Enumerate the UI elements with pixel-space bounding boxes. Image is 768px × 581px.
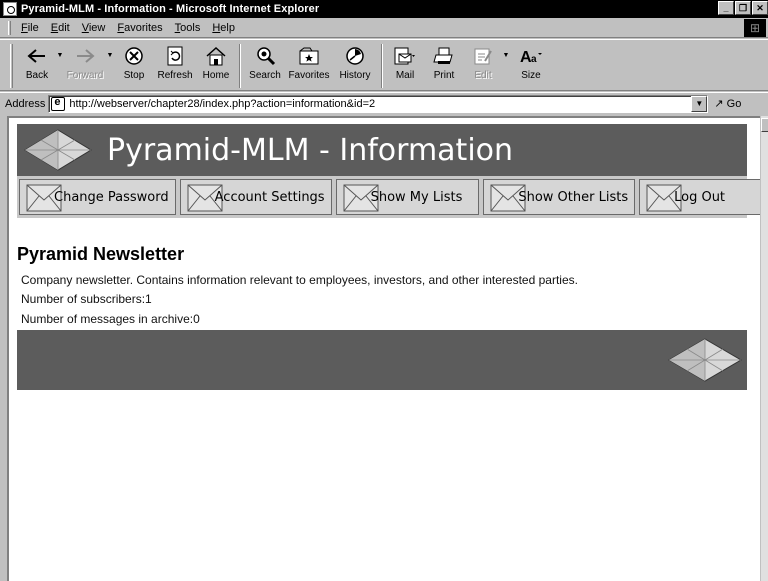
toolbar-separator [381,44,383,88]
menu-favorites[interactable]: Favorites [111,22,168,34]
edit-label: Edit [474,70,492,81]
nav-label: Show Other Lists [518,189,629,205]
window-controls: _ ❐ ✕ [717,1,768,15]
menu-edit[interactable]: Edit [45,22,76,34]
text-size-icon: Aa [519,43,543,69]
pyramid-logo-icon [24,129,92,171]
search-label: Search [249,70,281,81]
favorites-icon [298,43,320,69]
go-label: Go [726,98,742,110]
maximize-button[interactable]: ❐ [735,1,751,15]
size-label: Size [521,70,541,81]
edit-dropdown-icon[interactable]: ▼ [501,52,511,59]
favorites-button[interactable]: Favorites [285,40,333,90]
window-title: Pyramid-MLM - Information - Microsoft In… [21,3,320,15]
forward-dropdown-icon[interactable]: ▼ [105,52,115,59]
address-input[interactable]: http://webserver/chapter28/index.php?act… [48,94,709,113]
nav-label: Account Settings [214,189,325,205]
history-label: History [339,70,371,81]
address-bar: Address http://webserver/chapter28/index… [0,92,768,114]
toolbar-grip [10,44,13,88]
forward-button[interactable]: Forward [65,40,105,90]
go-arrow-icon: ↗ [714,98,724,110]
refresh-label: Refresh [157,70,193,81]
nav-account-settings[interactable]: Account Settings [179,179,332,215]
go-button[interactable]: ↗ Go [714,97,741,110]
stop-button[interactable]: Stop [115,40,153,90]
windows-logo-icon: ⊞ [744,19,766,37]
svg-text:a: a [531,54,537,65]
toolbar-separator [239,44,241,88]
mail-label: Mail [395,70,415,81]
edit-icon [473,43,493,69]
menu-help[interactable]: Help [206,22,241,34]
address-label: Address [5,97,46,110]
page-title: Pyramid-MLM - Information [107,132,514,168]
newsletter-description: Company newsletter. Contains information… [21,273,578,287]
page-banner: Pyramid-MLM - Information [17,124,747,176]
pyramid-logo-icon [668,338,742,382]
history-icon [345,43,365,69]
archive-message-count: Number of messages in archive:0 [21,312,200,326]
menu-file[interactable]: File [15,22,45,34]
nav-label: Change Password [54,189,169,205]
back-label: Back [25,70,49,81]
page-icon [51,96,66,111]
newsletter-title: Pyramid Newsletter [17,244,185,264]
nav-label: Log Out [674,189,726,205]
back-arrow-icon [27,43,47,69]
favorites-label: Favorites [288,70,330,81]
print-label: Print [433,70,455,81]
forward-arrow-icon [75,43,95,69]
home-label: Home [202,70,230,81]
address-dropdown-button[interactable]: ▼ [691,95,708,112]
nav-log-out[interactable]: Log Out [639,179,760,215]
page-viewport: Pyramid-MLM - Information Change Passwor… [7,116,760,581]
nav-show-my-lists[interactable]: Show My Lists [335,179,480,215]
nav-label: Show My Lists [370,189,463,205]
close-button[interactable]: ✕ [752,1,768,15]
refresh-button[interactable]: Refresh [153,40,197,90]
history-button[interactable]: History [333,40,377,90]
search-button[interactable]: Search [245,40,285,90]
title-bar: Pyramid-MLM - Information - Microsoft In… [0,0,768,18]
forward-label: Forward [66,70,104,81]
mail-icon [393,43,417,69]
menu-tools[interactable]: Tools [169,22,207,34]
nav-change-password[interactable]: Change Password [19,179,176,215]
size-button[interactable]: Aa Size [511,40,551,90]
subscriber-count: Number of subscribers:1 [21,292,152,306]
search-icon [254,43,276,69]
home-icon [205,43,227,69]
scroll-up-button[interactable] [761,118,768,132]
print-icon [433,43,455,69]
nav-bar: Change Password Account Settings Show My… [17,176,760,218]
page-footer [17,330,747,390]
menu-view[interactable]: View [76,22,112,34]
ie-icon [3,2,17,16]
menu-bar: File Edit View Favorites Tools Help ⊞ [0,18,768,38]
menu-grip [8,20,11,35]
back-button[interactable]: Back [19,40,55,90]
minimize-button[interactable]: _ [718,1,734,15]
nav-show-other-lists[interactable]: Show Other Lists [483,179,636,215]
vertical-scrollbar[interactable] [760,116,768,581]
stop-label: Stop [123,70,145,81]
address-url[interactable]: http://webserver/chapter28/index.php?act… [69,98,375,110]
edit-button[interactable]: Edit [465,40,501,90]
mail-button[interactable]: Mail [387,40,423,90]
back-dropdown-icon[interactable]: ▼ [55,52,65,59]
stop-icon [124,43,144,69]
home-button[interactable]: Home [197,40,235,90]
refresh-icon [166,43,184,69]
toolbar: Back ▼ Forward ▼ Stop Refresh Home Searc… [0,39,768,91]
print-button[interactable]: Print [423,40,465,90]
